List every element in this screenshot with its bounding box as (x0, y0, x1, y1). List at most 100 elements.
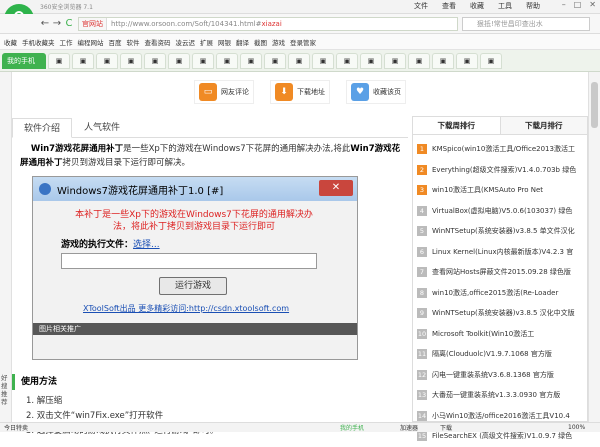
bookmark-item[interactable]: 凌云迟 (176, 37, 196, 47)
content-tabs: 软件介绍 人气软件 (12, 118, 408, 138)
tab-item[interactable]: ▣ (72, 52, 94, 69)
bookmark-item[interactable]: 手机收藏夹 (22, 37, 55, 47)
bookmark-item[interactable]: 登录管家 (290, 37, 316, 47)
usage-heading: 使用方法 (12, 374, 408, 390)
tab-item[interactable]: ▣ (336, 52, 358, 69)
exe-path-field (61, 253, 317, 269)
bookmark-item[interactable]: 翻译 (236, 37, 249, 47)
official-site-tag: 官网站 (79, 18, 107, 30)
menu-tools[interactable]: 工具 (498, 1, 512, 11)
tab-item[interactable]: ▣ (168, 52, 190, 69)
ranking-panel: 下载周排行 下载月排行 1 KMSpico(win10激活工具/Office201… (412, 116, 588, 442)
ranking-item[interactable]: 2 Everything(超级文件搜索)V1.4.0.703b 绿色 (413, 160, 587, 181)
page-scrollbar[interactable] (588, 72, 600, 422)
tab-item[interactable]: ▣ (240, 52, 262, 69)
tab-item[interactable]: ▣ (408, 52, 430, 69)
favorite-icon: ♥ (351, 83, 369, 101)
tab-item[interactable]: ▣ (312, 52, 334, 69)
ranking-list: 1 KMSpico(win10激活工具/Office2013激活工 2 Everyt… (413, 135, 587, 447)
bookmark-item[interactable]: 游戏 (272, 37, 285, 47)
intro-paragraph: Win7游戏花屏通用补丁是一些Xp下的游戏在Windows7下花屏的通用解决办法… (20, 144, 401, 168)
dialog-close-button: ✕ (319, 180, 353, 196)
minimize-icon[interactable]: – (562, 0, 566, 9)
ranking-item[interactable]: 6 Linux Kernel(Linux内核最新版本)V4.2.3 官 (413, 242, 587, 263)
ranking-item[interactable]: 7 查看网站Hosts屏蔽文件2015.09.28 绿色版 (413, 262, 587, 283)
url-text: http://www.orsoon.com/Soft/104341.html#x… (111, 20, 282, 28)
recommend-label[interactable]: 好搜推荐 (1, 374, 11, 406)
ranking-item[interactable]: 8 win10激活,office2015激活(Re-Loader (413, 283, 587, 304)
maximize-icon[interactable]: □ (574, 0, 582, 9)
tab-item[interactable]: ▣ (432, 52, 454, 69)
tab-item[interactable]: ▣ (384, 52, 406, 69)
ranking-item[interactable]: 12 闪电一键重装系统V3.6.8.1368 官方版 (413, 365, 587, 386)
tab-my-phone[interactable]: 我的手机 (2, 52, 46, 69)
ranking-item[interactable]: 9 WinNTSetup(系统安装器)v3.8.5 汉化中文版 (413, 303, 587, 324)
download-icon: ⬇ (275, 83, 293, 101)
ranking-item[interactable]: 11 隔离(Clouduolc)V1.9.7.1068 官方版 (413, 344, 587, 365)
window-controls: – □ ✕ (562, 0, 596, 9)
tab-item[interactable]: ▣ (288, 52, 310, 69)
comment-button[interactable]: ▭ 网友评论 (194, 80, 254, 104)
tab-item[interactable]: ▣ (48, 52, 70, 69)
bookmark-item[interactable]: 工作 (60, 37, 73, 47)
title-bar: 360安全浏览器 7.1 文件 查看 收藏 工具 帮助 – □ ✕ (0, 0, 600, 14)
tab-popular-software[interactable]: 人气软件 (72, 118, 132, 138)
refresh-button[interactable]: C (62, 17, 76, 31)
image-caption[interactable]: 图片相关推广 (33, 323, 357, 335)
bookmark-item[interactable]: 查看资码 (145, 37, 171, 47)
tab-item[interactable]: ▣ (144, 52, 166, 69)
bookmark-item[interactable]: 扩展 (200, 37, 213, 47)
usage-steps: 1. 解压缩 2. 双击文件“win7Fix.exe”打开软件 3. 选择要启动… (26, 394, 218, 439)
menu-file[interactable]: 文件 (414, 1, 428, 11)
bookmark-item[interactable]: 网银 (218, 37, 231, 47)
download-button[interactable]: ⬇ 下载地址 (270, 80, 330, 104)
address-bar: ← → C 官网站 http://www.orsoon.com/Soft/104… (0, 14, 600, 34)
ranking-item[interactable]: 13 大番茄一键重装系统v1.3.3.0930 官方版 (413, 385, 587, 406)
left-sidebar-strip: 好搜推荐 (0, 72, 12, 422)
menu-help[interactable]: 帮助 (526, 1, 540, 11)
downloads[interactable]: 下载 (440, 423, 452, 432)
menu-bar: 文件 查看 收藏 工具 帮助 (414, 1, 540, 11)
step-item: 1. 解压缩 (26, 396, 63, 406)
ranking-tabs: 下载周排行 下载月排行 (413, 117, 587, 135)
tab-item[interactable]: ▣ (96, 52, 118, 69)
action-buttons: ▭ 网友评论 ⬇ 下载地址 ♥ 收藏该页 (194, 80, 406, 104)
exe-label: 游戏的执行文件：选择... (61, 240, 160, 250)
bookmark-item[interactable]: 软件 (127, 37, 140, 47)
bookmark-item[interactable]: 收藏 (4, 37, 17, 47)
bookmark-item[interactable]: 截图 (254, 37, 267, 47)
bookmark-item[interactable]: 百度 (109, 37, 122, 47)
tab-item[interactable]: ▣ (192, 52, 214, 69)
software-screenshot[interactable]: Windows7游戏花屏通用补丁1.0 [#] ✕ 本补丁是一些Xp下的游戏在W… (32, 176, 358, 360)
tab-item[interactable]: ▣ (264, 52, 286, 69)
url-input[interactable]: 官网站 http://www.orsoon.com/Soft/104341.ht… (78, 17, 458, 31)
status-my-phone[interactable]: 我的手机 (340, 423, 364, 432)
tab-item[interactable]: ▣ (120, 52, 142, 69)
tab-item[interactable]: ▣ (480, 52, 502, 69)
scrollbar-thumb[interactable] (591, 82, 598, 128)
ranking-item[interactable]: 10 Microsoft Toolkit(Win10激活工 (413, 324, 587, 345)
favorite-button[interactable]: ♥ 收藏该页 (346, 80, 406, 104)
zoom-level[interactable]: 100% (568, 424, 585, 431)
today-deals[interactable]: 今日特卖 (4, 423, 28, 432)
tab-software-intro[interactable]: 软件介绍 (12, 118, 72, 138)
close-icon[interactable]: ✕ (589, 0, 596, 9)
search-input[interactable]: 狠抵!常世昌印查出水 (462, 17, 590, 31)
dialog-title-bar: Windows7游戏花屏通用补丁1.0 [#] (33, 177, 357, 201)
tab-item[interactable]: ▣ (456, 52, 478, 69)
app-title: 360安全浏览器 7.1 (40, 4, 93, 11)
run-game-button: 运行游戏 (159, 277, 227, 295)
accelerator[interactable]: 加速器 (400, 423, 418, 432)
menu-view[interactable]: 查看 (442, 1, 456, 11)
tab-weekly-ranking[interactable]: 下载周排行 (413, 117, 500, 134)
menu-favorites[interactable]: 收藏 (470, 1, 484, 11)
ranking-item[interactable]: 4 VirtualBox(虚拟电脑)V5.0.6(103037) 绿色 (413, 201, 587, 222)
ranking-item[interactable]: 3 win10激活工具(KMSAuto Pro Net (413, 180, 587, 201)
tab-item[interactable]: ▣ (216, 52, 238, 69)
app-icon (39, 183, 51, 195)
bookmark-item[interactable]: 编程网站 (78, 37, 104, 47)
ranking-item[interactable]: 5 WinNTSetup(系统安装器)v3.8.5 单文件汉化 (413, 221, 587, 242)
ranking-item[interactable]: 1 KMSpico(win10激活工具/Office2013激活工 (413, 139, 587, 160)
tab-monthly-ranking[interactable]: 下载月排行 (499, 117, 587, 134)
tab-item[interactable]: ▣ (360, 52, 382, 69)
